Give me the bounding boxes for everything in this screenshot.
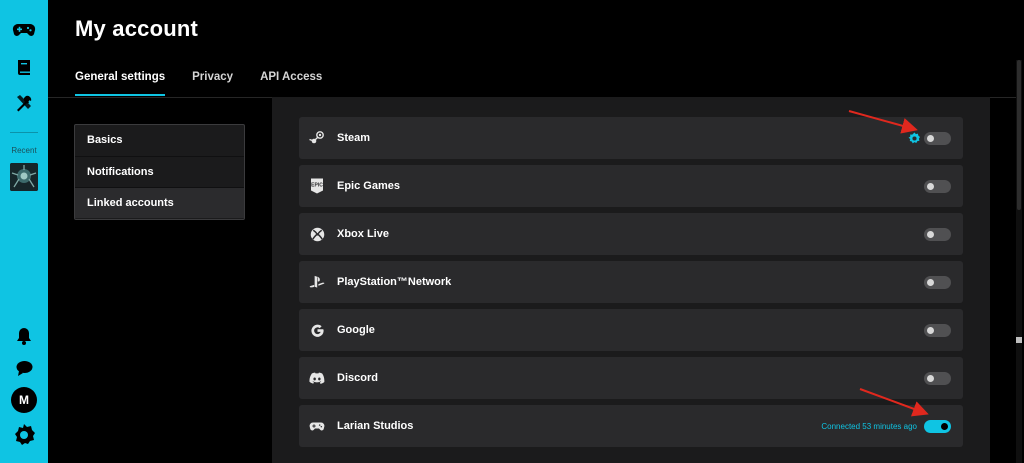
settings-cog-icon[interactable] [11,422,37,448]
bell-icon[interactable] [11,323,37,349]
epic-games-icon: EPIC [309,178,325,194]
tab-general-settings[interactable]: General settings [75,71,166,96]
account-name: Discord [337,372,378,384]
playstation-network-link-toggle[interactable] [924,275,951,289]
account-name: Steam [337,132,371,144]
scrollbar-marker [1016,337,1022,343]
account-name: Larian Studios [337,420,414,432]
xbox-live-link-toggle[interactable] [924,227,951,241]
google-icon [309,322,325,338]
tab-privacy[interactable]: Privacy [192,71,233,96]
chat-bubble-icon[interactable] [11,355,37,381]
controller-icon [309,418,325,434]
settings-submenu: Basics Notifications Linked accounts [74,124,245,220]
discord-icon [309,370,325,386]
linked-account-row-larian-studios: Larian Studios Connected 53 minutes ago [299,405,963,447]
google-link-toggle[interactable] [924,323,951,337]
scrollbar-thumb[interactable] [1017,60,1021,210]
library-book-icon[interactable] [11,54,37,80]
epic-games-link-toggle[interactable] [924,179,951,193]
avatar[interactable]: M [11,387,37,413]
steam-icon [309,130,325,146]
steam-link-toggle[interactable] [924,131,951,145]
account-name: Epic Games [337,180,400,192]
submenu-item-basics[interactable]: Basics [75,125,244,156]
linked-account-row-xbox-live: Xbox Live [299,213,963,255]
tab-bar: General settings Privacy API Access [75,71,322,96]
account-name: PlayStation™Network [337,276,452,288]
svg-text:EPIC: EPIC [311,183,323,189]
connection-status: Connected 53 minutes ago [821,421,917,431]
page-title: My account [75,16,199,41]
left-rail: Recent M [0,0,48,463]
account-name: Google [337,324,375,336]
tab-api-access[interactable]: API Access [260,71,322,96]
page-scrollbar[interactable] [1016,60,1022,463]
linked-accounts-panel: Steam EPIC Epic Games Xbox Live PlayStat… [272,97,990,463]
playstation-icon [309,274,325,290]
linked-account-row-playstation-network: PlayStation™Network [299,261,963,303]
steam-settings-gear-icon[interactable] [908,132,921,145]
recent-game-thumbnail[interactable] [10,163,38,191]
linked-account-row-google: Google [299,309,963,351]
linked-account-row-discord: Discord [299,357,963,399]
linked-account-row-epic-games: EPIC Epic Games [299,165,963,207]
tools-icon[interactable] [11,90,37,116]
larian-studios-link-toggle[interactable] [924,419,951,433]
discord-link-toggle[interactable] [924,371,951,385]
recent-label: Recent [11,146,37,155]
rail-divider [10,132,38,133]
submenu-item-notifications[interactable]: Notifications [75,156,244,187]
account-name: Xbox Live [337,228,389,240]
controller-icon[interactable] [11,17,37,43]
submenu-item-linked-accounts[interactable]: Linked accounts [75,187,244,218]
linked-account-row-steam: Steam [299,117,963,159]
xbox-icon [309,226,325,242]
